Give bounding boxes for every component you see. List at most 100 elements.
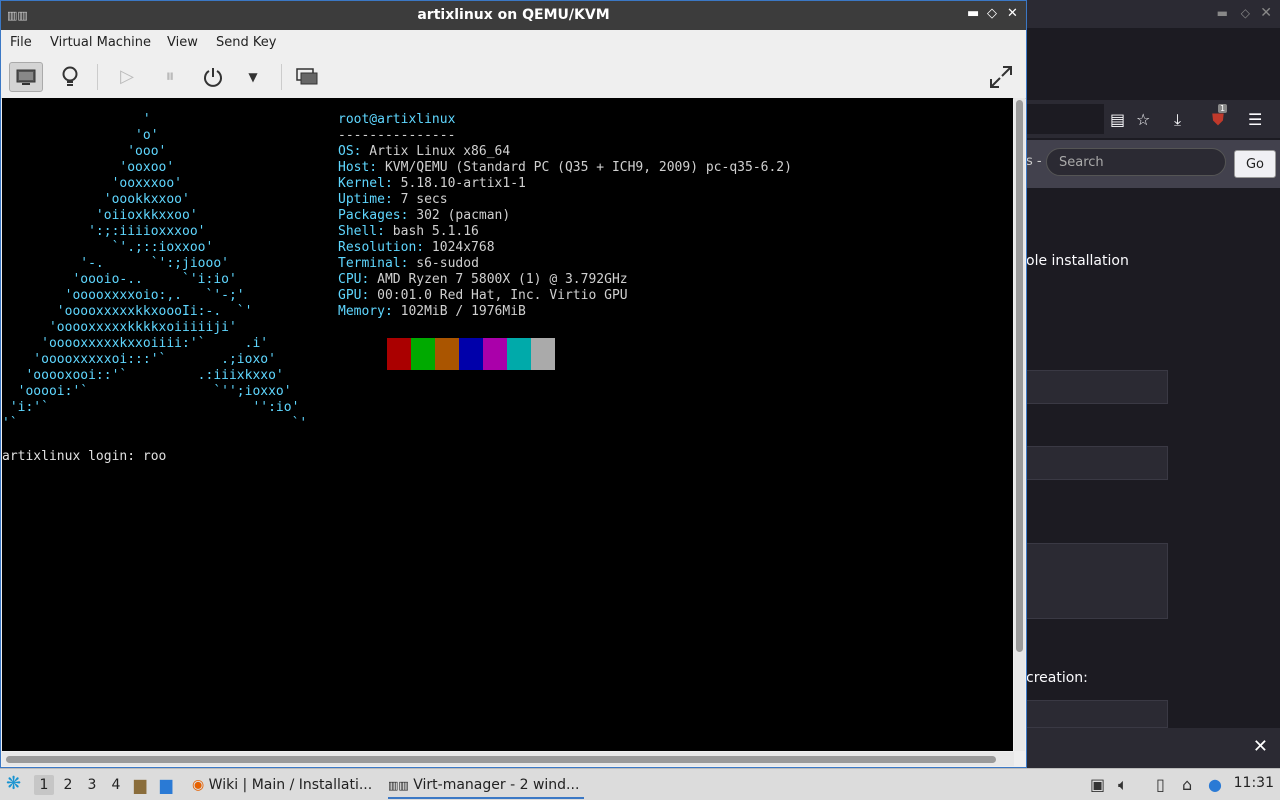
downloads-icon[interactable]: ⤓ — [1174, 110, 1181, 130]
pause-button[interactable]: ⏸ — [153, 62, 187, 92]
vm-window-title: artixlinux on QEMU/KVM — [417, 7, 610, 23]
snapshots-icon — [296, 68, 318, 85]
update-notifier-icon[interactable]: ● — [1208, 775, 1222, 794]
show-details-button[interactable] — [53, 62, 87, 92]
menubar: File Virtual Machine View Send Key — [1, 30, 1026, 56]
pause-icon: ⏸ — [165, 66, 175, 87]
color-swatch — [459, 338, 483, 370]
network-icon[interactable]: ⌂ — [1182, 775, 1192, 794]
workspace-4[interactable]: 4 — [106, 775, 126, 795]
browser-maximize-icon[interactable]: ◇ — [1241, 6, 1250, 20]
info-value: 102MiB / 1976MiB — [392, 304, 526, 319]
info-value: bash 5.1.16 — [384, 224, 479, 239]
vm-viewer-window: ▥▥ artixlinux on QEMU/KVM ▬ ◇ ✕ File Vir… — [0, 0, 1027, 768]
volume-icon[interactable]: 🔈︎ — [1118, 775, 1128, 795]
vm-titlebar: ▥▥ artixlinux on QEMU/KVM ▬ ◇ ✕ — [1, 1, 1026, 30]
run-button[interactable]: ▷ — [110, 62, 144, 92]
taskbar: ❋ 1 2 3 4 ▆ ▆ ◉ Wiki | Main / Installati… — [0, 768, 1280, 800]
vertical-scrollbar[interactable] — [1014, 98, 1025, 751]
info-key: Shell: — [338, 224, 385, 239]
task-firefox[interactable]: ◉ Wiki | Main / Installati... — [192, 771, 382, 799]
info-row: Uptime: 7 secs — [338, 192, 448, 207]
menu-view[interactable]: View — [167, 35, 198, 50]
minimize-icon[interactable]: ▬ — [967, 6, 979, 21]
info-key: Memory: — [338, 304, 393, 319]
info-row: Resolution: 1024x768 — [338, 240, 495, 255]
lightbulb-icon — [62, 66, 78, 86]
browser-minimize-icon[interactable]: ▬ — [1217, 6, 1228, 20]
workspace-1[interactable]: 1 — [34, 775, 54, 795]
task-virt-manager[interactable]: ▥▥ Virt-manager - 2 wind... — [388, 771, 584, 799]
horizontal-scroll-thumb[interactable] — [6, 756, 996, 763]
play-icon: ▷ — [120, 66, 134, 87]
info-key: Host: — [338, 160, 378, 175]
notification-close-icon[interactable]: ✕ — [1253, 736, 1268, 757]
wiki-search-input[interactable]: Search — [1046, 148, 1226, 176]
clipboard-icon[interactable]: ▯ — [1156, 775, 1165, 794]
wiki-code-box — [1026, 543, 1168, 619]
clock: 11:31 — [1233, 775, 1274, 791]
toolbar-separator — [281, 64, 282, 90]
color-swatch — [387, 338, 411, 370]
wiki-code-box — [1026, 446, 1168, 480]
menu-send-key[interactable]: Send Key — [216, 35, 276, 50]
browser-titlebar: ▬ ◇ ✕ — [1026, 0, 1280, 28]
info-row: CPU: AMD Ryzen 7 5800X (1) @ 3.792GHz — [338, 272, 628, 287]
menu-virtual-machine[interactable]: Virtual Machine — [50, 35, 151, 50]
info-key: Resolution: — [338, 240, 425, 255]
info-value: 00:01.0 Red Hat, Inc. Virtio GPU — [369, 288, 628, 303]
fullscreen-icon — [990, 66, 1012, 88]
wiki-nav-text: s - — [1026, 154, 1042, 169]
task-virt-label: Virt-manager - 2 wind... — [413, 777, 580, 793]
browser-urlbar[interactable] — [1026, 104, 1104, 134]
color-swatch — [363, 338, 387, 370]
info-separator: --------------- — [338, 128, 456, 143]
task-firefox-label: Wiki | Main / Installati... — [208, 777, 373, 793]
info-key: Terminal: — [338, 256, 409, 271]
snapshots-button[interactable] — [290, 62, 324, 92]
desktop-icon[interactable]: ▆ — [160, 775, 172, 794]
fullscreen-button[interactable] — [984, 62, 1018, 92]
color-swatch — [411, 338, 435, 370]
ublock-icon[interactable]: ⛊ — [1212, 110, 1224, 130]
color-swatch — [435, 338, 459, 370]
start-menu-icon[interactable]: ❋ — [6, 773, 21, 794]
shutdown-button[interactable] — [196, 62, 230, 92]
bookmark-star-icon[interactable]: ☆ — [1136, 110, 1150, 129]
color-swatch — [531, 338, 555, 370]
vm-console-display[interactable]: ' 'o' 'ooo' 'ooxoo' 'ooxxxoo' 'oookkxxoo… — [2, 98, 1013, 751]
info-value: 7 secs — [392, 192, 448, 207]
info-key: CPU: — [338, 272, 370, 287]
browser-close-icon[interactable]: ✕ — [1260, 5, 1272, 21]
info-row: Host: KVM/QEMU (Standard PC (Q35 + ICH9,… — [338, 160, 792, 175]
info-row: OS: Artix Linux x86_64 — [338, 144, 510, 159]
workspace-3[interactable]: 3 — [82, 775, 102, 795]
hamburger-menu-icon[interactable]: ☰ — [1248, 110, 1262, 129]
info-value: KVM/QEMU (Standard PC (Q35 + ICH9, 2009)… — [377, 160, 792, 175]
color-swatch — [507, 338, 531, 370]
show-console-button[interactable] — [9, 62, 43, 92]
reader-view-icon[interactable]: ▤ — [1110, 110, 1125, 129]
close-icon[interactable]: ✕ — [1007, 6, 1018, 21]
info-row: Terminal: s6-sudod — [338, 256, 479, 271]
vertical-scroll-thumb[interactable] — [1016, 100, 1023, 652]
toolbar-separator — [97, 64, 98, 90]
menu-file[interactable]: File — [10, 35, 32, 50]
info-key: OS: — [338, 144, 362, 159]
maximize-icon[interactable]: ◇ — [987, 6, 997, 21]
wiki-go-button[interactable]: Go — [1234, 150, 1276, 178]
file-manager-icon[interactable]: ▆ — [134, 775, 146, 794]
info-row: Kernel: 5.18.10-artix1-1 — [338, 176, 526, 191]
info-key: Packages: — [338, 208, 409, 223]
color-swatch — [483, 338, 507, 370]
info-value: 5.18.10-artix1-1 — [392, 176, 526, 191]
shutdown-dropdown-button[interactable]: ▼ — [236, 62, 270, 92]
tray-show-desktop-icon[interactable]: ▣ — [1090, 775, 1105, 794]
workspace-2[interactable]: 2 — [58, 775, 78, 795]
wiki-code-box — [1026, 700, 1168, 728]
horizontal-scrollbar[interactable] — [2, 752, 1014, 766]
color-palette — [363, 338, 555, 370]
info-value: 1024x768 — [424, 240, 495, 255]
background-browser-window: ▬ ◇ ✕ ▤ ☆ ⤓ ⛊ 1 ☰ s - Search Go ole inst… — [1026, 0, 1280, 768]
login-prompt[interactable]: artixlinux login: roo — [2, 449, 166, 465]
